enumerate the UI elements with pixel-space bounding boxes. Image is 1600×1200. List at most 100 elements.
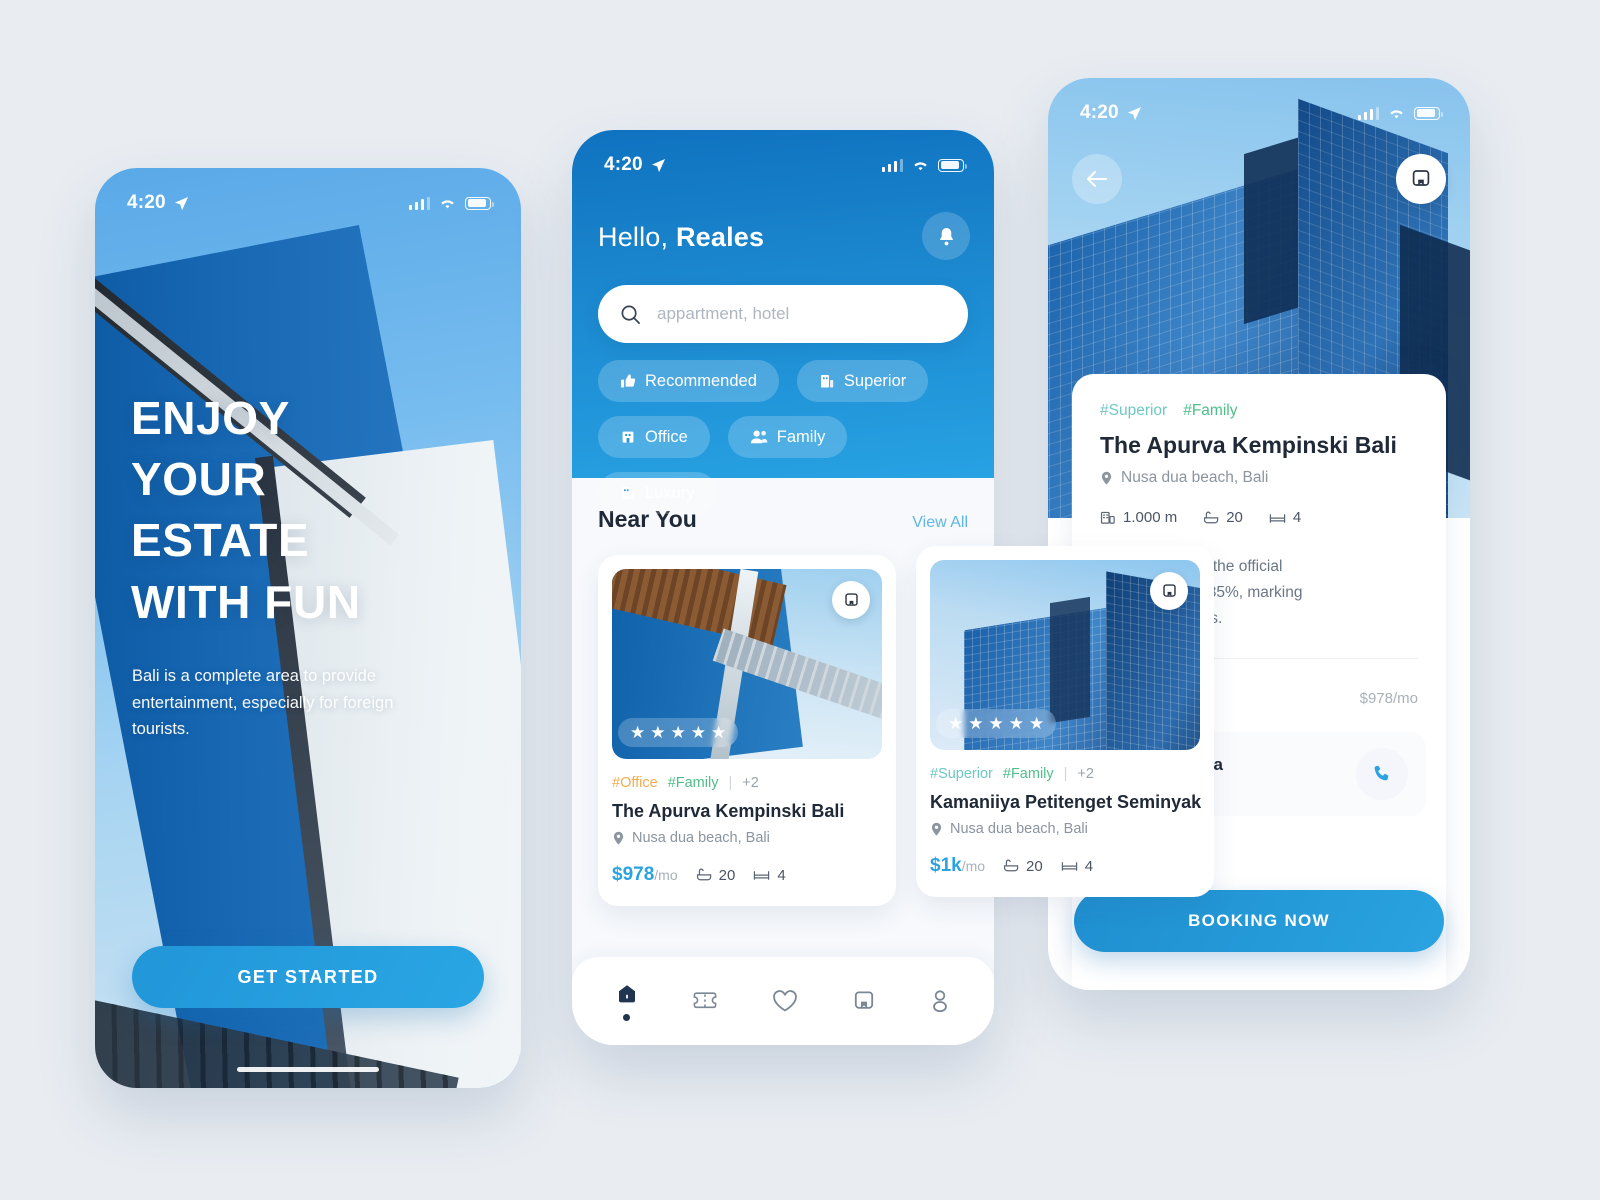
star-icon: ★	[1029, 714, 1045, 733]
bed-icon	[1269, 513, 1286, 523]
price-value: $1k	[930, 855, 962, 876]
search-bar[interactable]	[598, 285, 968, 343]
tag: #Family	[1002, 766, 1054, 782]
property-location: Nusa dua beach, Bali	[930, 821, 1200, 837]
title-line-4: WITH FUN	[131, 575, 361, 628]
wifi-icon	[1390, 109, 1403, 118]
property-card[interactable]: ★ ★ ★ ★ ★ #Superior #Family | +2 Kamanii…	[916, 546, 1214, 897]
price-unit: /mo	[1392, 690, 1418, 708]
chip-family[interactable]: Family	[727, 416, 848, 458]
wifi-icon	[441, 199, 454, 208]
get-started-button[interactable]: GET STARTED	[132, 946, 484, 1008]
onboarding-subtitle: Bali is a complete area to provide enter…	[132, 667, 394, 739]
phone-onboarding: 4:20 ENJOY YOUR ESTATE WITH FUN Bali is …	[95, 168, 521, 1088]
battery-icon	[938, 158, 968, 172]
property-price: $1k/mo	[930, 855, 985, 877]
booking-now-button[interactable]: BOOKING NOW	[1074, 890, 1444, 952]
call-agent-button[interactable]	[1356, 748, 1408, 801]
chip-office[interactable]: Office	[598, 416, 710, 458]
battery-icon	[465, 196, 495, 210]
notifications-button[interactable]	[922, 212, 970, 260]
title-line-1: ENJOY	[131, 392, 290, 444]
battery-icon	[1414, 106, 1444, 120]
luxury-building-icon	[622, 487, 635, 500]
building-icon	[820, 375, 834, 388]
tag-separator: |	[1063, 766, 1068, 782]
status-time: 4:20	[1080, 102, 1119, 123]
status-bar: 4:20	[95, 168, 521, 222]
detail-title: The Apurva Kempinski Bali	[1100, 432, 1397, 458]
chip-label: Superior	[843, 371, 907, 390]
detail-location: Nusa dua beach, Bali	[1100, 469, 1418, 487]
bathtub-icon	[1004, 859, 1019, 872]
area-value: 20	[1026, 857, 1043, 875]
beds-value: 4	[1292, 509, 1302, 526]
search-input[interactable]	[657, 304, 946, 324]
bell-icon	[939, 227, 953, 245]
star-icon: ★	[948, 714, 964, 733]
status-time: 4:20	[127, 192, 166, 213]
cellular-signal-icon	[1357, 106, 1379, 120]
price-value: $978	[1359, 690, 1393, 708]
cellular-signal-icon	[408, 196, 430, 210]
chip-luxury[interactable]: Luxury	[598, 472, 717, 514]
office-building-icon	[622, 431, 634, 443]
bathtub-icon	[1204, 511, 1219, 523]
tag-more-count: +2	[1077, 766, 1094, 782]
property-thumbnail: ★ ★ ★ ★ ★	[930, 560, 1200, 750]
phone-icon	[1374, 765, 1389, 781]
thumbs-up-icon	[621, 374, 636, 388]
title-line-3: ESTATE	[131, 514, 310, 567]
search-icon	[621, 305, 640, 324]
chip-label: Family	[776, 427, 826, 446]
greeting: Hello, Reales	[598, 222, 764, 253]
people-icon	[750, 430, 768, 444]
chip-recommended[interactable]: Recommended	[598, 360, 779, 402]
star-rating: ★ ★ ★ ★ ★	[936, 709, 1057, 738]
cellular-signal-icon	[881, 158, 903, 172]
detail-area: 1.000 m	[1100, 509, 1177, 526]
star-icon: ★	[1008, 714, 1024, 733]
tag: #Superior	[1100, 402, 1168, 419]
property-footer: $1k/mo 20 4	[930, 855, 1200, 877]
detail-beds: 4	[1269, 509, 1301, 526]
beds-value: 4	[1084, 857, 1094, 875]
detail-tags: #Superior #Family	[1100, 402, 1418, 420]
back-button[interactable]	[1072, 154, 1122, 204]
chip-label: Luxury	[645, 483, 695, 502]
property-card-floating: ★ ★ ★ ★ ★ #Superior #Family | +2 Kamanii…	[916, 546, 1214, 897]
location-arrow-icon	[174, 196, 188, 210]
area-value: 1.000 m	[1123, 509, 1178, 526]
bed-icon	[1061, 862, 1077, 871]
page-title: ENJOY YOUR ESTATE WITH FUN	[131, 388, 491, 633]
property-tags: #Superior #Family | +2	[930, 766, 1200, 782]
arrow-left-icon	[1087, 171, 1107, 187]
chip-superior[interactable]: Superior	[796, 360, 929, 402]
location-text: Nusa dua beach, Bali	[950, 821, 1088, 837]
title-line-2: YOUR	[131, 453, 267, 506]
location-arrow-icon	[651, 158, 665, 172]
area-building-icon	[1100, 511, 1115, 524]
property-area: 20	[1003, 858, 1043, 875]
status-time: 4:20	[604, 154, 643, 175]
greeting-prefix: Hello,	[598, 222, 676, 252]
tag: #Family	[1183, 402, 1238, 419]
bookmark-icon	[1162, 583, 1176, 597]
bookmark-icon	[1412, 170, 1430, 186]
tag: #Superior	[930, 766, 993, 782]
bookmark-button[interactable]	[1150, 572, 1188, 610]
bookmark-button[interactable]	[1396, 154, 1446, 204]
greeting-username: Reales	[675, 222, 765, 252]
wifi-icon	[914, 161, 927, 170]
chip-label: Office	[645, 427, 688, 446]
location-pin-icon	[931, 822, 942, 836]
status-bar: 4:20	[572, 130, 994, 184]
location-pin-icon	[1101, 471, 1112, 485]
status-bar: 4:20	[1048, 78, 1470, 132]
detail-specs: 1.000 m 20 4	[1100, 509, 1418, 526]
bathrooms-value: 20	[1226, 509, 1243, 526]
detail-bathrooms: 20	[1203, 509, 1243, 526]
chip-label: Recommended	[645, 371, 757, 390]
star-icon: ★	[988, 714, 1004, 733]
price-unit: /mo	[961, 858, 986, 874]
